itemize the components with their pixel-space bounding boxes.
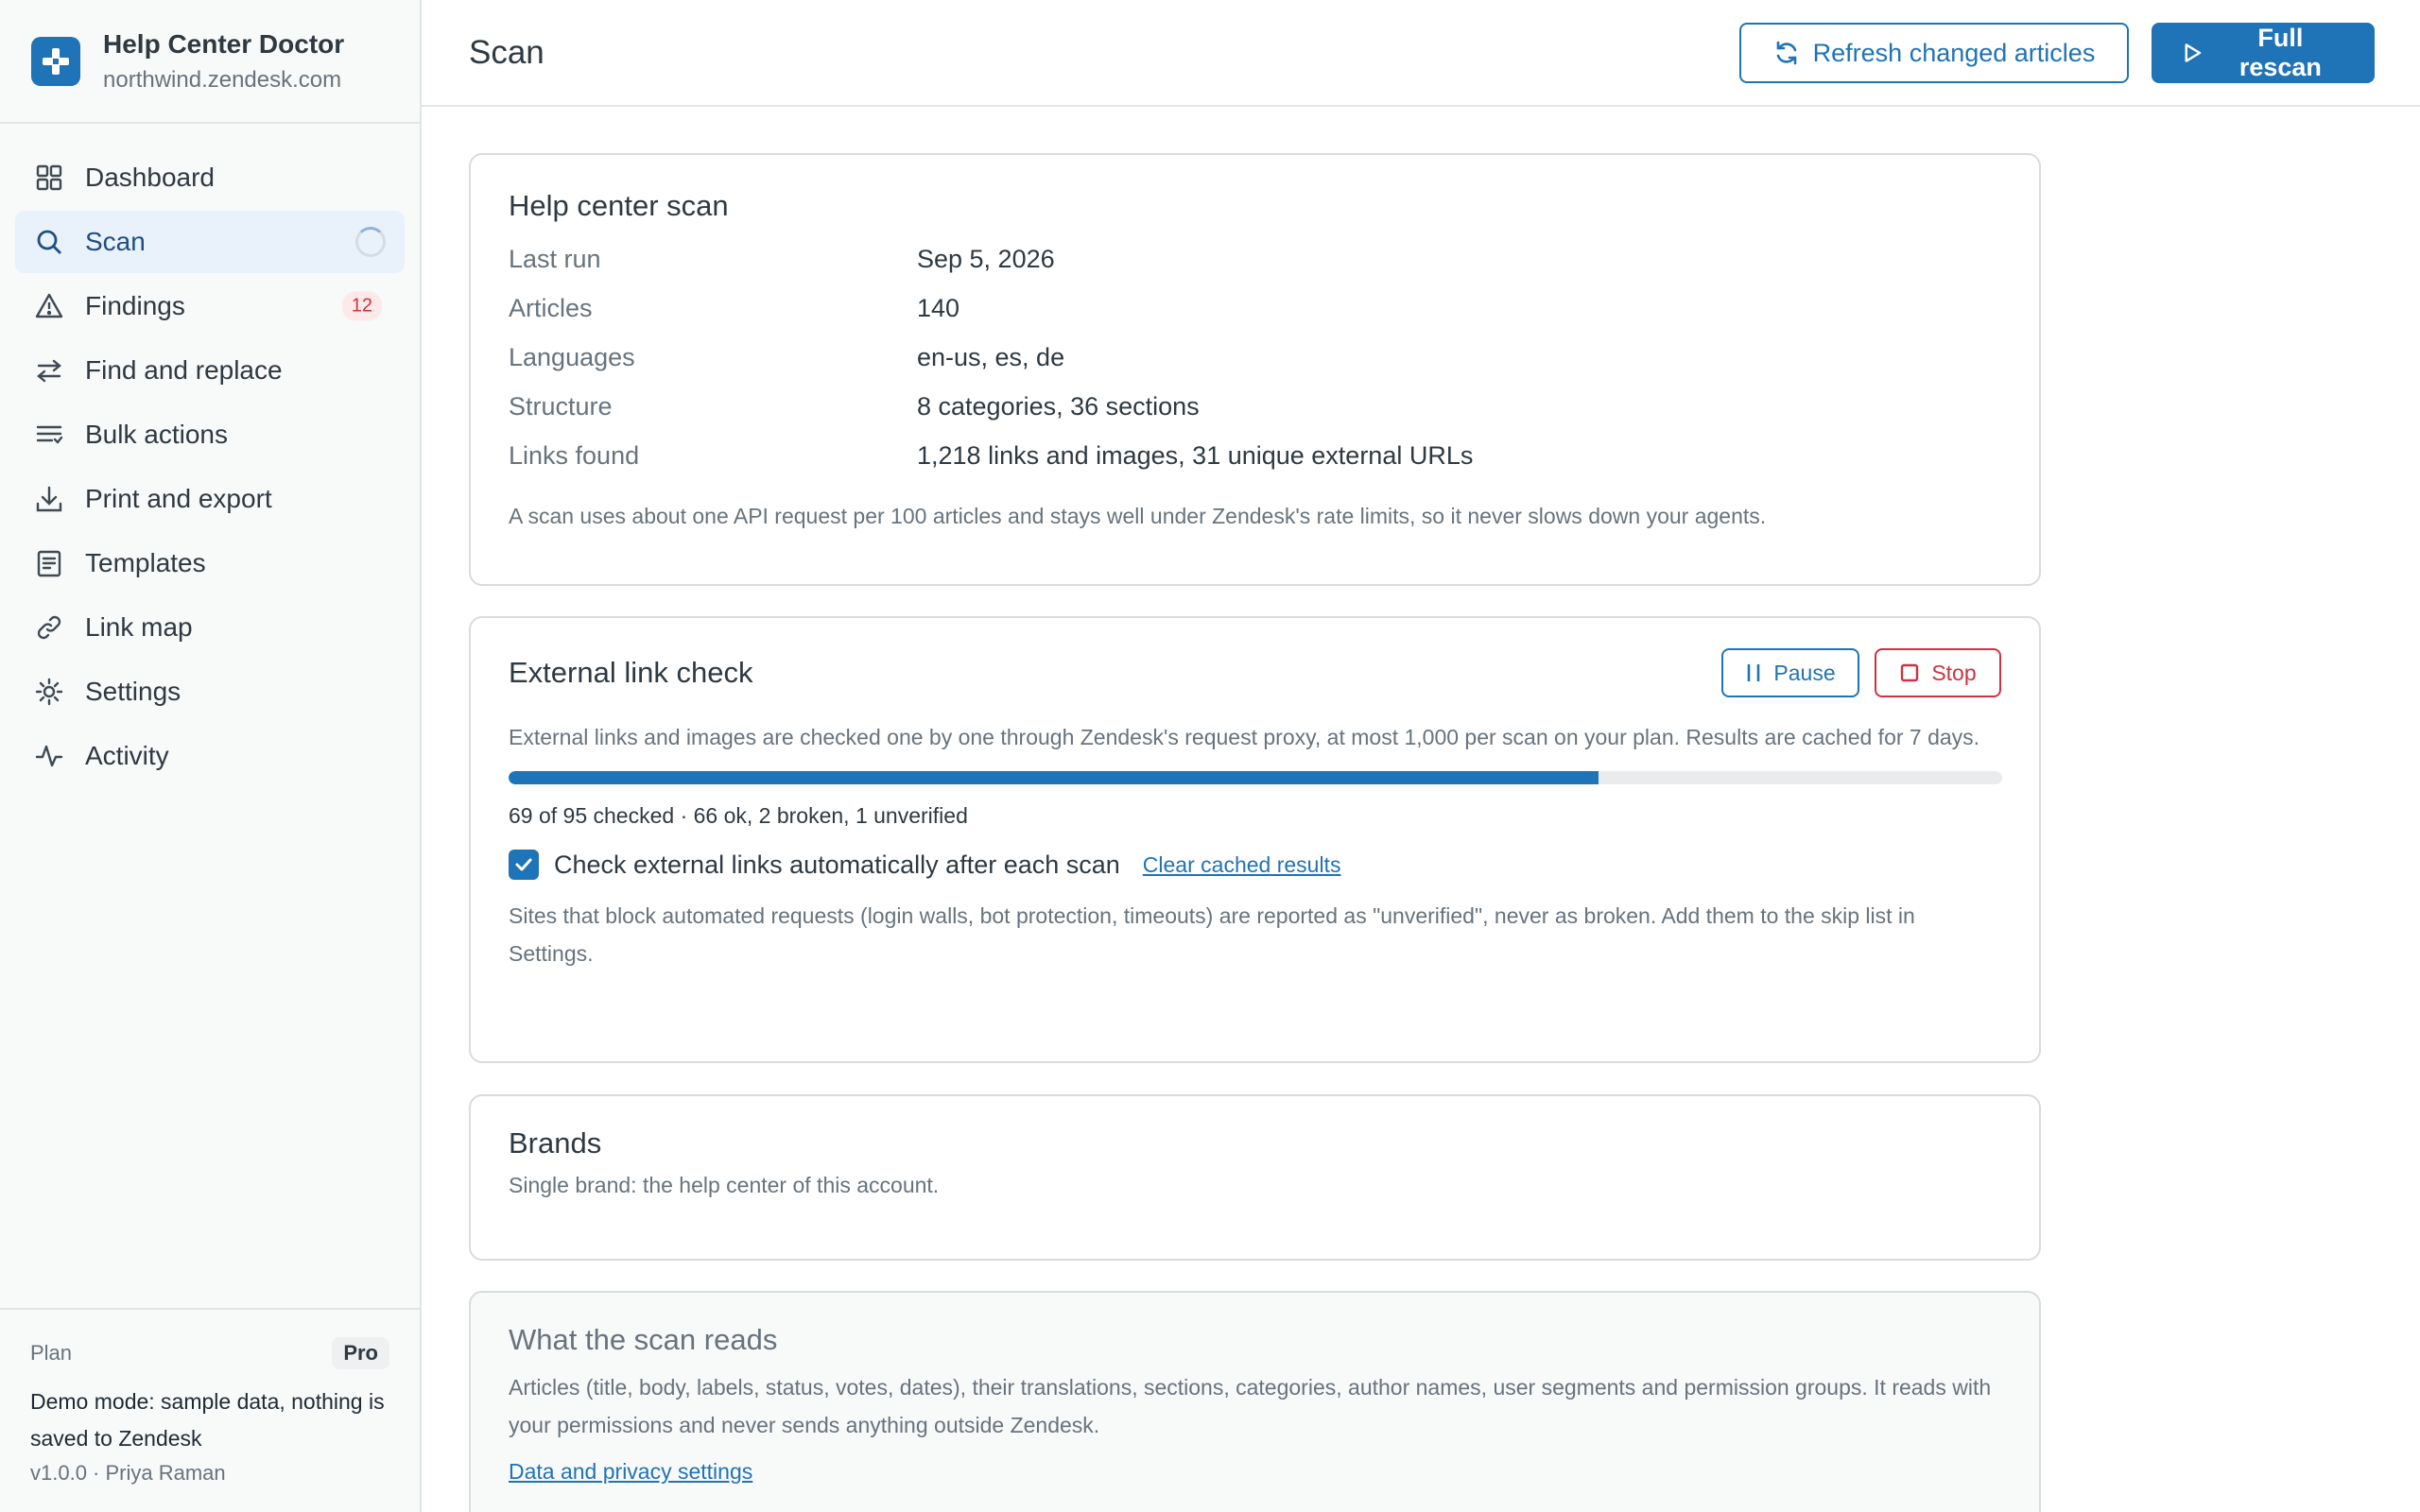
sidebar-item-label: Link map <box>85 612 193 642</box>
summary-row-links-found: Links found 1,218 links and images, 31 u… <box>509 431 2001 480</box>
sidebar-item-templates[interactable]: Templates <box>15 532 405 594</box>
stop-icon <box>1901 663 1919 682</box>
summary-value: en-us, es, de <box>917 342 1065 371</box>
refresh-changed-articles-button[interactable]: Refresh changed articles <box>1739 23 2129 83</box>
summary-value: Sep 5, 2026 <box>917 244 1055 273</box>
summary-value: 1,218 links and images, 31 unique extern… <box>917 440 1474 470</box>
app-domain: northwind.zendesk.com <box>103 66 342 93</box>
card-title: External link check <box>509 656 753 689</box>
full-rescan-button[interactable]: Full rescan <box>2152 23 2375 83</box>
plan-label: Plan <box>30 1341 73 1365</box>
activity-icon <box>34 741 64 771</box>
link-icon <box>34 612 64 643</box>
data-privacy-settings-link[interactable]: Data and privacy settings <box>509 1459 752 1485</box>
app-name: Help Center Doctor <box>103 28 345 59</box>
refresh-icon <box>1776 41 1796 65</box>
summary-row-structure: Structure 8 categories, 36 sections <box>509 382 2001 431</box>
pause-button[interactable]: Pause <box>1721 648 1859 697</box>
card-title: What the scan reads <box>509 1323 778 1356</box>
sidebar-item-bulk-actions[interactable]: Bulk actions <box>15 404 405 466</box>
sidebar-item-link-map[interactable]: Link map <box>15 596 405 659</box>
auto-check-label[interactable]: Check external links automatically after… <box>554 850 1120 880</box>
brands-card: Brands Single brand: the help center of … <box>469 1094 2041 1261</box>
document-icon <box>34 548 64 578</box>
summary-key: Last run <box>509 244 601 273</box>
app-logo-icon <box>31 36 80 86</box>
sidebar-item-scan[interactable]: Scan <box>15 211 405 273</box>
sidebar-item-label: Find and replace <box>85 355 283 385</box>
swap-icon <box>34 355 64 386</box>
plan-badge: Pro <box>332 1337 389 1369</box>
scan-summary: Last run Sep 5, 2026 Articles 140 Langua… <box>509 234 2001 480</box>
sidebar-item-label: Activity <box>85 741 169 770</box>
sidebar-nav: Dashboard Scan Findings 12 Find and repl… <box>0 124 420 787</box>
sidebar: Help Center Doctor northwind.zendesk.com… <box>0 0 422 1512</box>
summary-key: Links found <box>509 440 640 470</box>
findings-count-badge: 12 <box>341 291 382 321</box>
what-scan-reads-card: What the scan reads Articles (title, bod… <box>469 1291 2041 1512</box>
gear-icon <box>34 677 64 707</box>
warning-icon <box>34 291 64 321</box>
summary-row-last-run: Last run Sep 5, 2026 <box>509 234 2001 284</box>
sidebar-item-print-and-export[interactable]: Print and export <box>15 468 405 530</box>
external-check-description: External links and images are checked on… <box>509 725 1980 749</box>
checkmark-icon <box>515 858 532 871</box>
scan-rate-note: A scan uses about one API request per 10… <box>509 504 1767 528</box>
sidebar-item-find-and-replace[interactable]: Find and replace <box>15 339 405 402</box>
sidebar-item-label: Scan <box>85 227 146 256</box>
sidebar-item-label: Bulk actions <box>85 420 228 449</box>
download-icon <box>34 484 64 514</box>
clear-cached-results-link[interactable]: Clear cached results <box>1143 852 1341 878</box>
summary-key: Languages <box>509 342 635 371</box>
sidebar-item-label: Print and export <box>85 484 272 513</box>
page-title: Scan <box>469 33 544 71</box>
pause-icon <box>1748 664 1760 681</box>
page-header: Scan Refresh changed articles Full resca… <box>422 0 2420 107</box>
sidebar-item-label: Templates <box>85 548 206 577</box>
sidebar-item-label: Dashboard <box>85 163 215 192</box>
sidebar-item-label: Findings <box>85 291 185 320</box>
progress-status: 69 of 95 checked · 66 ok, 2 broken, 1 un… <box>509 803 968 828</box>
help-center-scan-card: Help center scan Last run Sep 5, 2026 Ar… <box>469 153 2041 586</box>
summary-key: Articles <box>509 293 593 322</box>
summary-row-articles: Articles 140 <box>509 284 2001 333</box>
progress-fill <box>509 771 1599 784</box>
summary-row-languages: Languages en-us, es, de <box>509 333 2001 382</box>
unverified-sites-note: Sites that block automated requests (log… <box>509 903 1915 966</box>
stop-label: Stop <box>1931 660 1977 685</box>
version-info: v1.0.0 · Priya Raman <box>30 1461 226 1485</box>
summary-value: 8 categories, 36 sections <box>917 391 1200 421</box>
play-icon <box>2185 43 2202 62</box>
external-link-check-card: External link check Pause Stop External … <box>469 616 2041 1063</box>
search-icon <box>34 227 64 257</box>
scan-reads-text: Articles (title, body, labels, status, v… <box>509 1375 1992 1437</box>
brands-text: Single brand: the help center of this ac… <box>509 1173 940 1197</box>
sidebar-item-settings[interactable]: Settings <box>15 661 405 723</box>
sidebar-item-dashboard[interactable]: Dashboard <box>15 146 405 209</box>
summary-key: Structure <box>509 391 613 421</box>
auto-check-checkbox[interactable] <box>509 850 539 880</box>
brand-header: Help Center Doctor northwind.zendesk.com <box>0 0 420 124</box>
rescan-button-label: Full rescan <box>2238 24 2322 81</box>
sidebar-item-activity[interactable]: Activity <box>15 725 405 787</box>
summary-value: 140 <box>917 293 960 322</box>
sidebar-item-findings[interactable]: Findings 12 <box>15 275 405 337</box>
refresh-button-label: Refresh changed articles <box>1812 38 2096 67</box>
sidebar-item-label: Settings <box>85 677 182 706</box>
demo-mode-note: Demo mode: sample data, nothing is saved… <box>30 1389 385 1451</box>
list-icon <box>34 420 64 450</box>
external-check-progress-bar <box>509 771 2002 784</box>
stop-button[interactable]: Stop <box>1875 648 2001 697</box>
card-title: Brands <box>509 1126 602 1160</box>
loading-spinner-icon <box>355 227 386 257</box>
card-title: Help center scan <box>509 189 729 222</box>
grid-icon <box>34 163 64 193</box>
pause-label: Pause <box>1773 660 1836 685</box>
sidebar-footer: Plan Pro Demo mode: sample data, nothing… <box>0 1308 420 1512</box>
